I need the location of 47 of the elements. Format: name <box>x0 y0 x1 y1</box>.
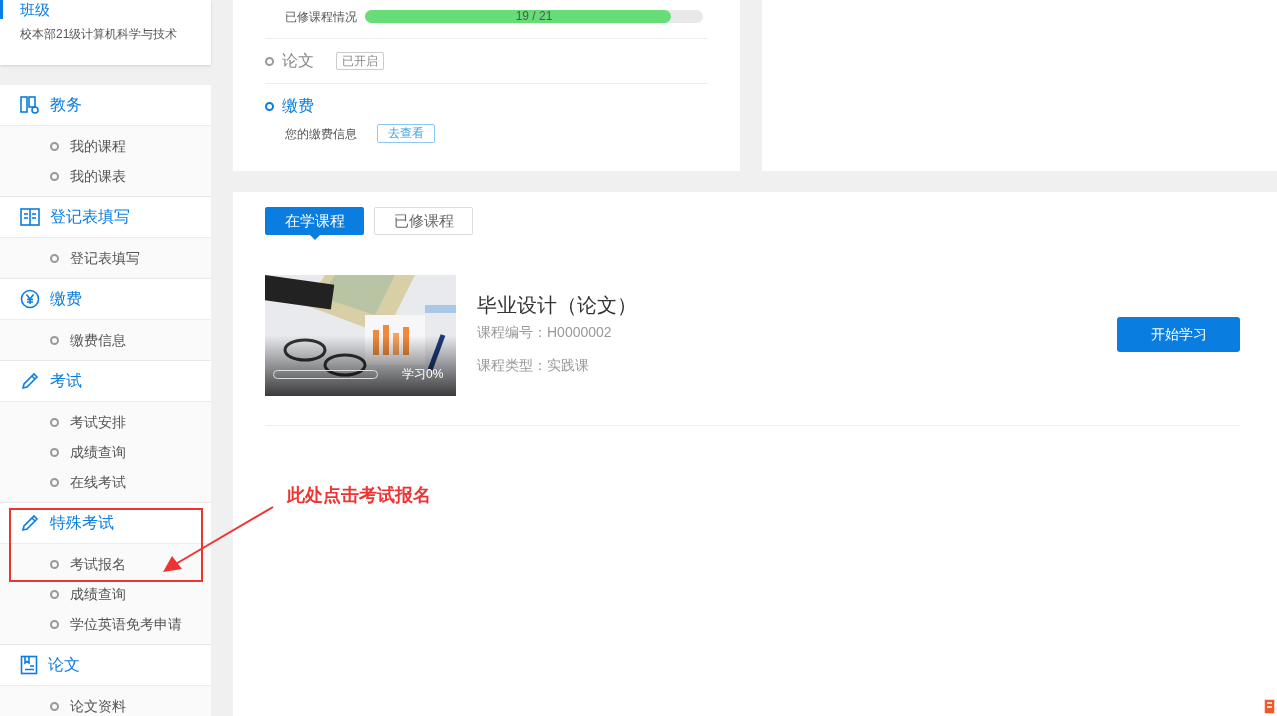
sidebar-item[interactable]: 成绩查询 <box>70 583 126 605</box>
yen-icon <box>20 289 40 309</box>
progress-label: 已修课程情况 <box>285 8 357 26</box>
active-marker <box>0 0 3 19</box>
bullet-icon <box>50 447 59 457</box>
sidebar-item[interactable]: 学位英语免考申请 <box>70 613 182 635</box>
sidebar-item[interactable]: 登记表填写 <box>70 247 140 269</box>
sidebar-item[interactable]: 我的课程 <box>70 135 126 157</box>
sidebar-item[interactable]: 成绩查询 <box>70 441 126 463</box>
status-ring-icon <box>265 101 274 111</box>
course-type: 课程类型：实践课 <box>477 355 590 375</box>
bullet-icon <box>50 559 59 569</box>
course-tab[interactable]: 已修课程 <box>374 207 473 235</box>
progress-reading: 19 / 21 <box>514 10 554 23</box>
bullet-icon <box>50 619 59 629</box>
bullet-icon <box>50 253 59 263</box>
bullet-icon <box>50 335 59 345</box>
sidebar-item[interactable]: 考试安排 <box>70 411 126 433</box>
step-title: 论文 <box>282 51 314 71</box>
class-title: 班级 <box>20 0 51 19</box>
bullet-icon <box>50 589 59 599</box>
status-tag: 已开启 <box>336 52 384 70</box>
status-ring-icon <box>265 56 274 66</box>
step-note: 您的缴费信息 <box>285 125 357 143</box>
course-code: 课程编号：H0000002 <box>477 322 613 342</box>
bullet-icon <box>50 477 59 487</box>
bullet-icon <box>50 141 59 151</box>
step-title: 缴费 <box>282 96 314 116</box>
bullet-icon <box>50 417 59 427</box>
sidebar-item[interactable]: 论文资料 <box>70 695 126 716</box>
tab-pointer-icon <box>309 235 320 240</box>
class-subtitle: 校本部21级计算机科学与技术 <box>20 26 179 43</box>
course-title: 毕业设计（论文） <box>477 292 637 318</box>
bullet-icon <box>50 171 59 181</box>
panel-gear-icon <box>20 96 40 114</box>
sidebar-item[interactable]: 在线考试 <box>70 471 126 493</box>
pencil-icon <box>20 371 40 391</box>
start-study-button[interactable]: 开始学习 <box>1117 317 1240 352</box>
notebook-icon <box>20 655 38 675</box>
book-icon <box>20 208 40 226</box>
study-progress-reading: 学习0% <box>402 366 444 383</box>
bullet-icon <box>50 701 59 711</box>
sidebar-item[interactable]: 考试报名 <box>70 553 126 575</box>
pencil-icon <box>20 513 40 533</box>
sidebar-item[interactable]: 缴费信息 <box>70 329 126 351</box>
sidebar-item[interactable]: 我的课表 <box>70 165 126 187</box>
annotation-text: 此处点击考试报名 <box>287 484 431 507</box>
